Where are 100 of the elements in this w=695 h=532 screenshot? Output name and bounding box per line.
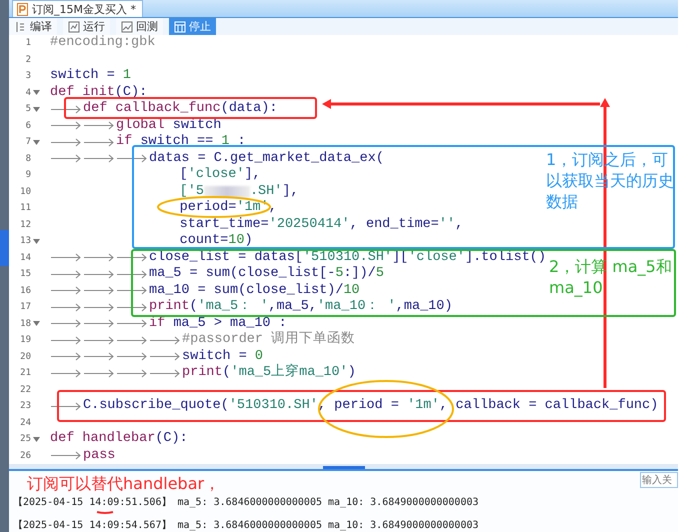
- code-line: print('ma_5上穿ma_10'): [182, 365, 356, 382]
- tab-arrow-icon: [116, 368, 148, 378]
- code-line: global switch: [116, 118, 222, 134]
- tab-arrow-icon: [149, 368, 181, 378]
- line-number: 23: [19, 401, 31, 412]
- tab-arrow-icon: [116, 319, 148, 328]
- tab-arrow-icon: [83, 121, 115, 130]
- line-number: 26: [19, 450, 31, 461]
- tab-arrow-icon: [50, 402, 82, 411]
- stop-icon: [174, 20, 186, 32]
- tab-arrow-icon: [50, 154, 82, 164]
- code-comment: #passorder 调用下单函数: [182, 332, 356, 348]
- toolbar-button[interactable]: 回测: [116, 18, 163, 35]
- code-line: ['close'],: [178, 167, 261, 184]
- editor-tab[interactable]: 订阅_15M金叉买入 *: [12, 0, 143, 17]
- tab-arrow-icon: [50, 352, 82, 362]
- tab-arrow-icon: [50, 121, 82, 130]
- line-number: 3: [24, 71, 31, 82]
- code-line: pass: [83, 448, 116, 464]
- line-number: 9: [24, 170, 31, 180]
- code-line: print('ma_5： ',ma_5,'ma_10： ',ma_10): [149, 299, 452, 316]
- fold-triangle-icon[interactable]: [33, 436, 40, 442]
- line-number: 8: [24, 154, 31, 164]
- tab-arrow-icon: [116, 286, 148, 296]
- code-line: ma_5 = sum(close_list[-5:])/5: [149, 266, 384, 282]
- tab-arrow-icon: [116, 253, 148, 262]
- line-number: 11: [19, 203, 31, 214]
- tab-arrow-icon: [83, 154, 115, 164]
- code-line: ma_10 = sum(close_list)/10: [149, 282, 360, 299]
- tab-arrow-icon: [50, 368, 82, 378]
- code-line: def init(C):: [50, 84, 148, 101]
- line-number: 5: [24, 104, 31, 114]
- tab-arrow-icon: [149, 336, 181, 345]
- code-line: count=10): [178, 233, 253, 250]
- code-line: def handlebar(C):: [50, 431, 188, 448]
- tab-arrow-icon: [83, 138, 115, 147]
- tab-arrow-icon: [50, 302, 82, 312]
- code-line: start_time='20250414', end_time='',: [178, 216, 464, 233]
- line-number: 4: [24, 88, 31, 98]
- code-line: ['5: [178, 184, 204, 200]
- tab-arrow-icon: [50, 451, 82, 460]
- code-comment: #encoding:gbk: [50, 35, 156, 52]
- code-line: switch = 0: [182, 348, 264, 365]
- tab-arrow-icon: [83, 270, 115, 279]
- tab-arrow-icon: [50, 253, 82, 262]
- splitter-handle[interactable]: [322, 466, 364, 469]
- line-number: 6: [24, 120, 31, 131]
- tab-arrow-icon: [50, 336, 82, 345]
- document-p-icon: [17, 2, 28, 16]
- tab-arrow-icon: [116, 270, 148, 279]
- tab-arrow-icon: [83, 286, 115, 296]
- fold-triangle-icon[interactable]: [33, 140, 40, 145]
- line-number: 1: [24, 38, 31, 48]
- code-line: if switch == 1 :: [116, 134, 246, 150]
- code-line: datas = C.get_market_data_ex(: [149, 150, 384, 167]
- search-field[interactable]: 输入关: [640, 472, 678, 488]
- line-number: 2: [24, 54, 31, 65]
- tab-arrow-icon: [50, 138, 82, 147]
- blurred-text: [204, 186, 250, 198]
- tab-arrow-icon: [83, 336, 115, 345]
- line-number: 12: [19, 220, 31, 230]
- fold-triangle-icon[interactable]: [33, 106, 40, 112]
- compile-icon: [15, 20, 27, 32]
- tab-arrow-icon: [83, 352, 115, 362]
- tab-arrow-icon: [83, 302, 115, 312]
- toolbar-button[interactable]: 运行: [63, 18, 110, 35]
- tab-arrow-icon: [50, 319, 82, 328]
- tab-arrow-icon: [116, 336, 148, 345]
- line-number: 22: [19, 384, 31, 395]
- log-line: 【2025-04-15 14:09:51.506】 ma_5: 3.6846000000000005 ma_10: 3.6849000000000003: [13, 497, 480, 509]
- line-number: 17: [19, 302, 31, 312]
- tab-arrow-icon: [116, 154, 148, 164]
- code-line: switch = 1: [50, 68, 132, 84]
- fold-triangle-icon[interactable]: [33, 321, 40, 326]
- tab-arrow-icon: [50, 270, 82, 279]
- line-number: 16: [19, 286, 31, 296]
- annotation-note: 订阅可以替代handlebar，: [27, 473, 222, 494]
- line-number: 14: [19, 252, 31, 263]
- tab-arrow-icon: [83, 253, 115, 262]
- line-number: 19: [19, 335, 31, 346]
- run-icon: [68, 20, 80, 32]
- fold-triangle-icon[interactable]: [33, 238, 40, 244]
- toolbar-button[interactable]: 编译: [10, 18, 57, 35]
- line-number: 21: [19, 368, 31, 378]
- code-line: period='1m',: [178, 200, 277, 216]
- line-number: 18: [19, 318, 31, 329]
- chart-icon: [121, 20, 133, 32]
- line-number: 13: [19, 236, 31, 246]
- splitter-handle[interactable]: [0, 230, 9, 266]
- tab-arrow-icon: [83, 319, 115, 328]
- line-number: 10: [19, 186, 31, 197]
- fold-triangle-icon[interactable]: [33, 90, 40, 96]
- code-line: .SH'],: [250, 184, 299, 200]
- line-number: 15: [19, 269, 31, 280]
- line-number: 20: [19, 352, 31, 362]
- tab-arrow-icon: [50, 104, 82, 114]
- tab-arrow-icon: [83, 368, 115, 378]
- line-number: 24: [19, 418, 31, 428]
- code-line: def callback_func(data):: [83, 101, 278, 118]
- tab-arrow-icon: [116, 352, 148, 362]
